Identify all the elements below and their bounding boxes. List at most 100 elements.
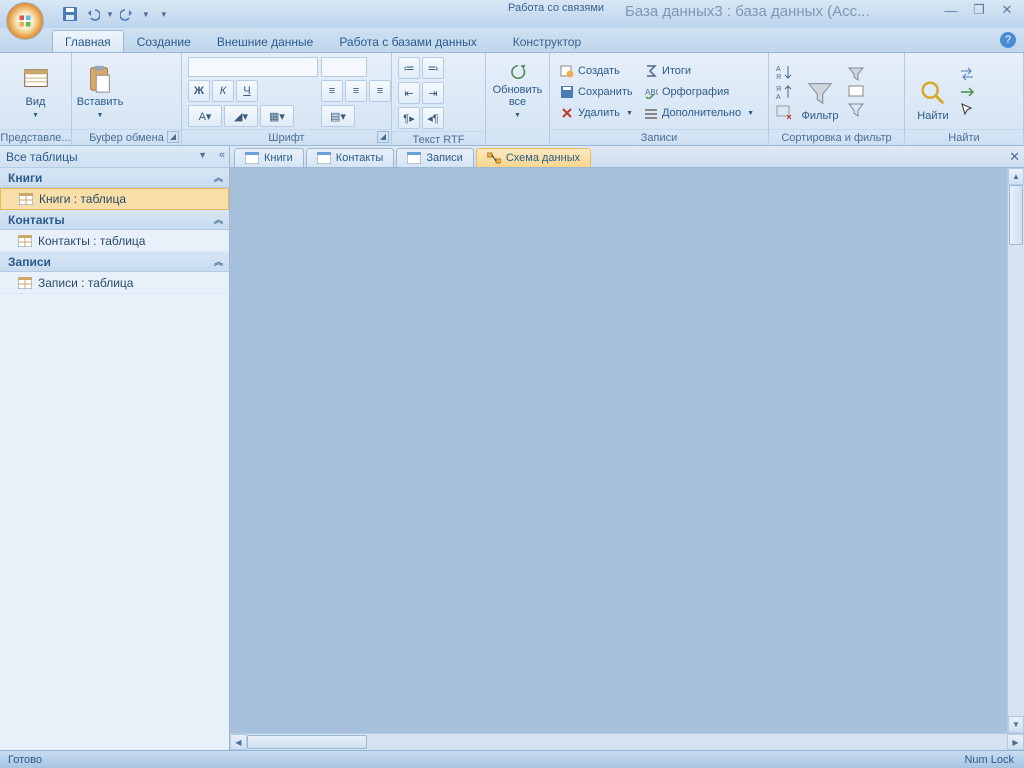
nav-item-records-table[interactable]: Записи : таблица [0,272,229,294]
nav-item-books-table[interactable]: Книги : таблица [0,188,229,210]
font-color-button[interactable]: A▾ [188,105,222,127]
tab-designer[interactable]: Конструктор [500,30,594,52]
records-group-label: Записи [550,129,768,145]
delete-record-button[interactable]: Удалить▼ [556,103,637,123]
alt-row-color-button[interactable]: ▤▾ [321,105,355,127]
sort-desc-icon[interactable]: ЯА [775,83,793,101]
rtl-button[interactable]: ◂¶ [422,107,444,129]
paste-icon [85,64,115,94]
svg-text:А: А [776,66,781,73]
doctab-contacts[interactable]: Контакты [306,148,395,167]
clear-sort-icon[interactable] [775,103,793,121]
minimize-button[interactable]: — [940,2,962,18]
view-icon [21,64,51,94]
view-button[interactable]: Вид ▼ [14,59,58,125]
more-button[interactable]: Дополнительно▼ [640,103,758,123]
numbering-button[interactable]: ≕ [422,57,444,79]
clipboard-launcher[interactable]: ◢ [167,131,179,143]
font-name-combo[interactable] [188,57,318,77]
scroll-thumb[interactable] [1009,185,1023,245]
paste-button[interactable]: Вставить ▼ [78,59,122,125]
save-icon[interactable] [62,6,78,22]
clipboard-group-label: Буфер обмена [72,129,181,145]
nav-group-contacts[interactable]: Контакты︽ [0,210,229,230]
save-small-icon [560,85,574,99]
restore-button[interactable]: ❐ [968,2,990,18]
find-group-label: Найти [905,129,1023,145]
tab-database-tools[interactable]: Работа с базами данных [326,30,489,52]
undo-dropdown[interactable]: ▼ [106,10,114,19]
new-icon [560,64,574,78]
nav-group-records[interactable]: Записи︽ [0,252,229,272]
save-record-button[interactable]: Сохранить [556,82,637,102]
scroll-left-button[interactable]: ◀ [230,734,247,750]
more-icon [644,106,658,120]
qat-customize[interactable]: ▼ [160,10,168,19]
scroll-up-button[interactable]: ▲ [1008,168,1024,185]
selection-filter-icon[interactable] [847,66,865,82]
vertical-scrollbar[interactable]: ▲ ▼ [1007,168,1024,733]
horizontal-scrollbar[interactable]: ◀ ▶ [230,733,1024,750]
tab-create[interactable]: Создание [124,30,204,52]
tab-home[interactable]: Главная [52,30,124,52]
align-center-button[interactable]: ≡ [345,80,367,102]
font-size-combo[interactable] [321,57,367,77]
status-numlock: Num Lock [964,754,1014,766]
bullets-button[interactable]: ≔ [398,57,420,79]
refresh-label: Обновить все [493,84,543,108]
sort-asc-icon[interactable]: АЯ [775,63,793,81]
totals-button[interactable]: Итоги [640,61,758,81]
refresh-all-button[interactable]: Обновить все ▼ [496,59,540,125]
underline-button[interactable]: Ч [236,80,258,102]
spell-icon: ABC [644,85,658,99]
increase-indent-button[interactable]: ⇥ [422,82,444,104]
spelling-button[interactable]: ABCОрфография [640,82,758,102]
align-left-button[interactable]: ≡ [321,80,343,102]
decrease-indent-button[interactable]: ⇤ [398,82,420,104]
italic-button[interactable]: К [212,80,234,102]
close-doc-button[interactable]: ✕ [1009,149,1020,165]
gridlines-button[interactable]: ▦▾ [260,105,294,127]
nav-header[interactable]: Все таблицы ▼ « [0,146,229,168]
ltr-button[interactable]: ¶▸ [398,107,420,129]
goto-icon[interactable] [958,84,976,100]
replace-icon[interactable] [958,66,976,82]
redo-dropdown[interactable]: ▼ [142,10,150,19]
doctab-relationships[interactable]: Схема данных [476,148,591,167]
nav-dropdown-icon[interactable]: ▼ [198,150,207,160]
bold-button[interactable]: Ж [188,80,210,102]
paste-label: Вставить [77,96,124,108]
close-button[interactable]: ✕ [996,2,1018,18]
find-button[interactable]: Найти [911,59,955,125]
table-icon [317,152,331,164]
hscroll-thumb[interactable] [247,735,367,749]
table-icon [245,152,259,164]
filter-button[interactable]: Фильтр [796,59,844,125]
redo-icon[interactable] [120,6,136,22]
nav-collapse-icon[interactable]: « [219,149,225,161]
chevron-up-icon: ︽ [214,255,223,268]
toggle-filter-icon[interactable] [847,102,865,118]
relationships-icon [487,152,501,164]
font-launcher[interactable]: ◢ [377,131,389,143]
scroll-down-button[interactable]: ▼ [1008,716,1024,733]
tab-external-data[interactable]: Внешние данные [204,30,327,52]
table-icon [18,277,32,289]
sigma-icon [644,64,658,78]
undo-icon[interactable] [84,6,100,22]
nav-item-label: Книги : таблица [39,192,126,206]
office-button[interactable] [6,2,44,40]
doctab-records[interactable]: Записи [396,148,474,167]
refresh-icon [503,62,533,82]
new-record-button[interactable]: Создать [556,61,637,81]
nav-group-books[interactable]: Книги︽ [0,168,229,188]
select-icon[interactable] [958,102,976,118]
doctab-books[interactable]: Книги [234,148,304,167]
nav-item-contacts-table[interactable]: Контакты : таблица [0,230,229,252]
help-button[interactable]: ? [1000,32,1016,48]
fill-color-button[interactable]: ◢▾ [224,105,258,127]
advanced-filter-icon[interactable] [847,84,865,100]
find-label: Найти [917,110,948,122]
scroll-right-button[interactable]: ▶ [1007,734,1024,750]
align-right-button[interactable]: ≡ [369,80,391,102]
